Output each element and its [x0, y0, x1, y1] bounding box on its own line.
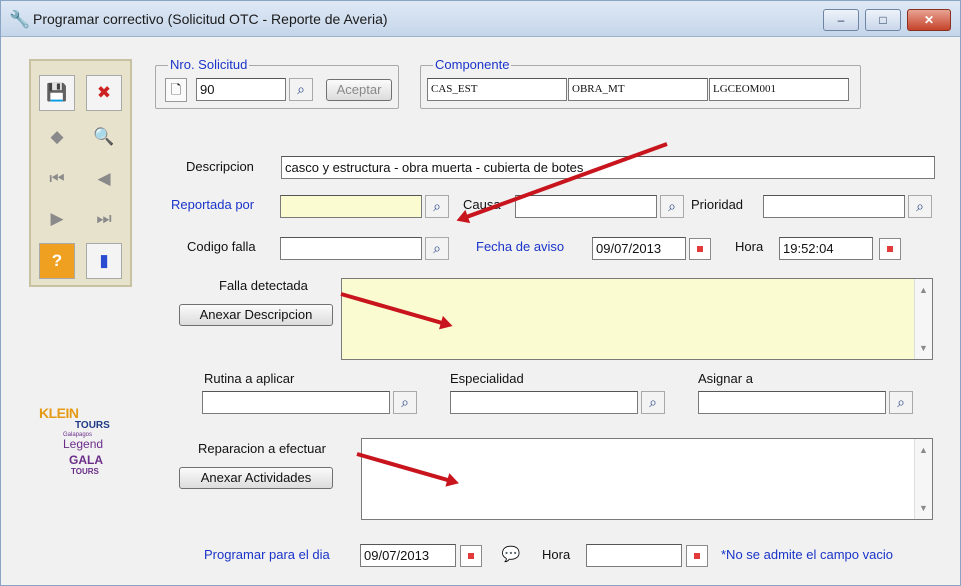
reportada-label: Reportada por — [171, 197, 255, 212]
reparacion-scrollbar[interactable]: ▲ ▼ — [914, 439, 932, 519]
legend-logo: Legend — [63, 437, 104, 451]
componente-field-3: LGCEOM001 — [709, 78, 849, 101]
rutina-field[interactable] — [202, 391, 390, 414]
delete-icon[interactable]: ✖ — [86, 75, 122, 111]
rutina-search-icon[interactable]: ⌕ — [393, 391, 417, 414]
hora-calendar-icon[interactable] — [879, 238, 901, 260]
codigo-falla-field[interactable] — [280, 237, 422, 260]
last-record-icon[interactable]: ⏭ — [86, 201, 122, 237]
minimize-button[interactable]: – — [823, 9, 859, 31]
falla-detectada-scrollbar[interactable]: ▲ ▼ — [914, 279, 932, 359]
next-record-icon[interactable]: ▶ — [39, 201, 75, 237]
gala-logo: GALA — [69, 453, 103, 467]
componente-field-2: OBRA_MT — [568, 78, 708, 101]
fecha-aviso-field[interactable]: 09/07/2013 — [592, 237, 686, 260]
prioridad-search-icon[interactable]: ⌕ — [908, 195, 932, 218]
solicitud-search-icon[interactable]: ⌕ — [289, 78, 313, 101]
hora-label: Hora — [735, 239, 764, 254]
especialidad-search-icon[interactable]: ⌕ — [641, 391, 665, 414]
programar-calendar-icon[interactable] — [460, 545, 482, 567]
prioridad-label: Prioridad — [691, 197, 744, 212]
componente-field-1: CAS_EST — [427, 78, 567, 101]
causa-search-icon[interactable]: ⌕ — [660, 195, 684, 218]
preview-icon[interactable]: 🔍 — [86, 119, 122, 155]
solicitud-legend: Nro. Solicitud — [168, 57, 250, 72]
fecha-aviso-label: Fecha de aviso — [476, 239, 565, 254]
wrench-icon: 🔧 — [9, 10, 31, 29]
prioridad-field[interactable] — [763, 195, 905, 218]
solicitud-number-field[interactable]: 90 — [196, 78, 286, 101]
required-field-note: *No se admite el campo vacio — [721, 547, 893, 562]
fecha-aviso-calendar-icon[interactable] — [689, 238, 711, 260]
asignar-field[interactable] — [698, 391, 886, 414]
eraser-icon[interactable]: ◆ — [39, 119, 75, 155]
klein-logo: KLEIN — [39, 405, 79, 421]
hora2-label: Hora — [542, 547, 571, 562]
previous-record-icon[interactable]: ◀ — [86, 161, 122, 197]
rutina-label: Rutina a aplicar — [204, 371, 295, 386]
reportada-field[interactable] — [280, 195, 422, 218]
especialidad-field[interactable] — [450, 391, 638, 414]
klein-tours-logo: TOURS — [75, 420, 110, 431]
comment-icon[interactable]: 💬 — [498, 543, 524, 567]
causa-field[interactable] — [515, 195, 657, 218]
descripcion-label: Descripcion — [186, 159, 254, 174]
accept-button[interactable]: Aceptar — [326, 79, 392, 101]
anexar-actividades-button[interactable]: Anexar Actividades — [179, 467, 333, 489]
especialidad-label: Especialidad — [450, 371, 524, 386]
falla-detectada-label: Falla detectada — [219, 278, 308, 293]
maximize-button[interactable]: □ — [865, 9, 901, 31]
save-icon[interactable]: 💾 — [39, 75, 75, 111]
help-icon[interactable]: ? — [39, 243, 75, 279]
asignar-label: Asignar a — [698, 371, 753, 386]
program-corrective-window: 🔧 Programar correctivo (Solicitud OTC - … — [0, 0, 961, 586]
hora2-calendar-icon[interactable] — [686, 545, 708, 567]
anexar-descripcion-button[interactable]: Anexar Descripcion — [179, 304, 333, 326]
new-document-icon[interactable]: 🗋 — [165, 78, 187, 102]
hora2-field[interactable] — [586, 544, 682, 567]
codigo-falla-search-icon[interactable]: ⌕ — [425, 237, 449, 260]
toolbox-panel: 💾 ✖ ◆ 🔍 ⏮ ◀ ▶ ⏭ ? ▮ — [29, 59, 132, 287]
programar-label: Programar para el dia — [204, 547, 330, 562]
hora-field[interactable]: 19:52:04 — [779, 237, 873, 260]
programar-date-field[interactable]: 09/07/2013 — [360, 544, 456, 567]
reparacion-label: Reparacion a efectuar — [198, 441, 326, 456]
exit-icon[interactable]: ▮ — [86, 243, 122, 279]
codigo-falla-label: Codigo falla — [187, 239, 256, 254]
asignar-search-icon[interactable]: ⌕ — [889, 391, 913, 414]
close-button[interactable]: ✕ — [907, 9, 951, 31]
company-logo: KLEIN TOURS Galapagos Legend GALA TOURS — [39, 401, 135, 481]
gala-tours-logo: TOURS — [71, 467, 99, 476]
title-bar: 🔧 Programar correctivo (Solicitud OTC - … — [1, 1, 960, 37]
window-title: Programar correctivo (Solicitud OTC - Re… — [33, 11, 388, 27]
first-record-icon[interactable]: ⏮ — [39, 161, 75, 197]
reportada-search-icon[interactable]: ⌕ — [425, 195, 449, 218]
componente-legend: Componente — [433, 57, 512, 72]
